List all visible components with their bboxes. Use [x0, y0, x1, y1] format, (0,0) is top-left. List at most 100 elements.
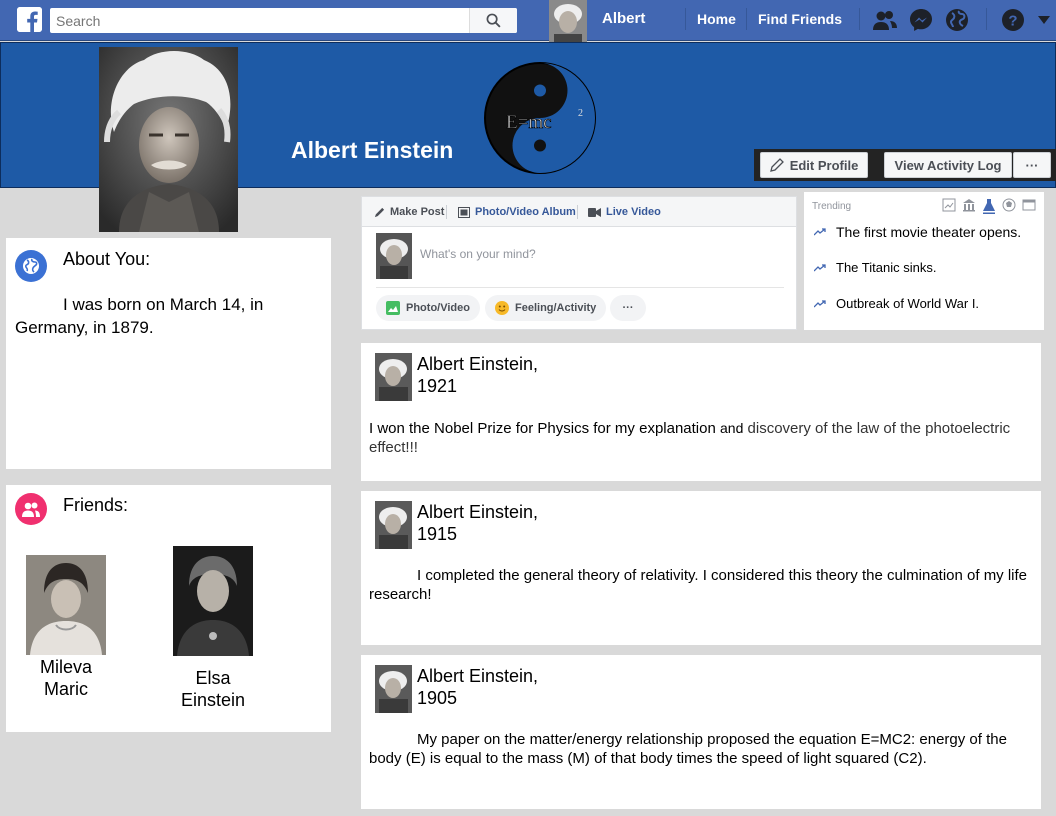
sports-ball-icon[interactable] [1002, 198, 1016, 212]
about-title: About You: [63, 249, 151, 269]
whats-on-your-mind-input[interactable]: What's on your mind? [420, 247, 536, 261]
entertainment-window-icon[interactable] [1022, 198, 1036, 212]
more-options-button[interactable]: ··· [1013, 152, 1051, 178]
trending-arrow-icon [814, 228, 826, 236]
tab-live-video[interactable]: Live Video [588, 206, 661, 218]
post-1921: Albert Einstein, 1921 I won the Nobel Pr… [361, 343, 1041, 481]
post-1915: Albert Einstein, 1915 I completed the ge… [361, 491, 1041, 645]
album-icon [458, 206, 470, 218]
post-text: I won the Nobel Prize for Physics for my… [369, 419, 1029, 457]
post-text-part: and [720, 420, 744, 436]
facebook-logo-icon[interactable] [17, 7, 42, 32]
messenger-icon[interactable] [908, 7, 934, 33]
post-year: 1921 [417, 376, 458, 396]
about-panel: About You: I was born on March 14, in Ge… [6, 238, 331, 469]
trending-item-text: The Titanic sinks. [836, 260, 937, 275]
emblem-equation: E=mc [506, 112, 552, 133]
post-avatar[interactable] [375, 353, 412, 401]
edit-profile-button[interactable]: Edit Profile [760, 152, 868, 178]
post-author-name[interactable]: Albert Einstein, [417, 501, 717, 523]
globe-icon [15, 250, 47, 282]
trending-category-icons [942, 198, 1036, 214]
view-activity-log-button[interactable]: View Activity Log [884, 152, 1012, 178]
tab-make-post[interactable]: Make Post [374, 206, 444, 218]
smiley-icon [495, 301, 509, 315]
post-year: 1905 [417, 688, 458, 708]
tab-album-label: Photo/Video Album [475, 206, 576, 218]
photo-icon [386, 301, 400, 315]
trending-label: Trending [812, 201, 852, 212]
tab-divider [446, 205, 447, 219]
cover-actions-bar: Edit Profile View Activity Log ··· [754, 149, 1056, 181]
post-text-part: I won the Nobel Prize for Physics for my… [369, 420, 716, 437]
friend-photo-mileva[interactable] [26, 555, 106, 655]
account-menu-chevron-down-icon[interactable] [1034, 7, 1054, 33]
science-flask-icon[interactable] [982, 198, 996, 214]
video-camera-icon [588, 207, 601, 217]
post-avatar[interactable] [375, 501, 412, 549]
nav-home-link[interactable]: Home [697, 11, 736, 27]
nav-user-name[interactable]: Albert [602, 10, 645, 27]
post-text: I completed the general theory of relati… [369, 567, 1028, 603]
post-author-name[interactable]: Albert Einstein, [417, 665, 717, 687]
post-year: 1915 [417, 524, 458, 544]
emblem-superscript: 2 [578, 108, 583, 119]
post-composer: Make Post Photo/Video Album Live Video W… [361, 196, 797, 330]
search-button[interactable] [469, 8, 517, 33]
notifications-globe-icon[interactable] [944, 7, 970, 33]
composer-more-label: ··· [622, 302, 634, 314]
tab-make-post-label: Make Post [390, 206, 445, 218]
post-text: My paper on the matter/energy relationsh… [369, 731, 1007, 767]
search-bar [50, 8, 517, 33]
post-author: Albert Einstein, 1921 [417, 353, 717, 397]
friend-requests-icon[interactable] [872, 7, 898, 33]
trending-item[interactable]: The Titanic sinks. [814, 260, 936, 275]
trending-item-text: Outbreak of World War I. [836, 296, 980, 311]
friends-panel: Friends: Mileva Maric Elsa Einstein [6, 485, 331, 732]
post-author: Albert Einstein, 1915 [417, 501, 717, 545]
nav-divider [746, 8, 747, 30]
yin-yang-emblem: E=mc 2 [484, 62, 596, 174]
trending-arrow-icon [814, 299, 826, 307]
top-navigation-bar: Albert Home Find Friends ? [0, 0, 1056, 48]
trending-panel: Trending The first movie theater opens. … [804, 192, 1044, 330]
post-1905: Albert Einstein, 1905 My paper on the ma… [361, 655, 1041, 809]
feeling-activity-button[interactable]: Feeling/Activity [485, 295, 607, 321]
composer-more-button[interactable]: ··· [610, 295, 646, 321]
nav-divider [859, 8, 860, 30]
nav-find-friends-link[interactable]: Find Friends [758, 11, 842, 27]
composer-divider [376, 287, 784, 288]
photo-video-label: Photo/Video [406, 302, 470, 314]
trending-item[interactable]: Outbreak of World War I. [814, 296, 979, 311]
search-icon [486, 13, 501, 28]
about-text: I was born on March 14, in Germany, in 1… [15, 295, 264, 337]
trending-arrow-icon [814, 263, 826, 271]
pencil-icon [769, 158, 784, 172]
trending-item[interactable]: The first movie theater opens. [814, 224, 1021, 240]
composer-avatar [376, 233, 412, 279]
profile-picture[interactable] [99, 47, 238, 232]
post-author-name[interactable]: Albert Einstein, [417, 353, 717, 375]
post-avatar[interactable] [375, 665, 412, 713]
edit-profile-label: Edit Profile [789, 157, 859, 173]
view-activity-log-label: View Activity Log [894, 157, 1002, 173]
friend-photo-elsa[interactable] [173, 546, 253, 656]
photo-video-button[interactable]: Photo/Video [376, 295, 480, 321]
friend-name-mileva[interactable]: Mileva Maric [30, 656, 102, 700]
trending-item-text: The first movie theater opens. [836, 224, 1022, 240]
more-options-label: ··· [1025, 157, 1039, 173]
svg-text:?: ? [1008, 13, 1017, 30]
search-input[interactable] [50, 8, 469, 33]
help-icon[interactable]: ? [1000, 7, 1026, 33]
tab-photo-video-album[interactable]: Photo/Video Album [458, 206, 576, 218]
nav-avatar[interactable] [549, 0, 587, 48]
nav-divider [685, 8, 686, 30]
friends-icon [15, 493, 47, 525]
tab-live-label: Live Video [606, 206, 661, 218]
politics-building-icon[interactable] [962, 198, 976, 212]
trending-top-icon[interactable] [942, 198, 956, 212]
feeling-activity-label: Feeling/Activity [515, 302, 597, 314]
profile-name: Albert Einstein [291, 137, 454, 163]
nav-divider [986, 8, 987, 30]
friend-name-elsa[interactable]: Elsa Einstein [169, 667, 257, 711]
